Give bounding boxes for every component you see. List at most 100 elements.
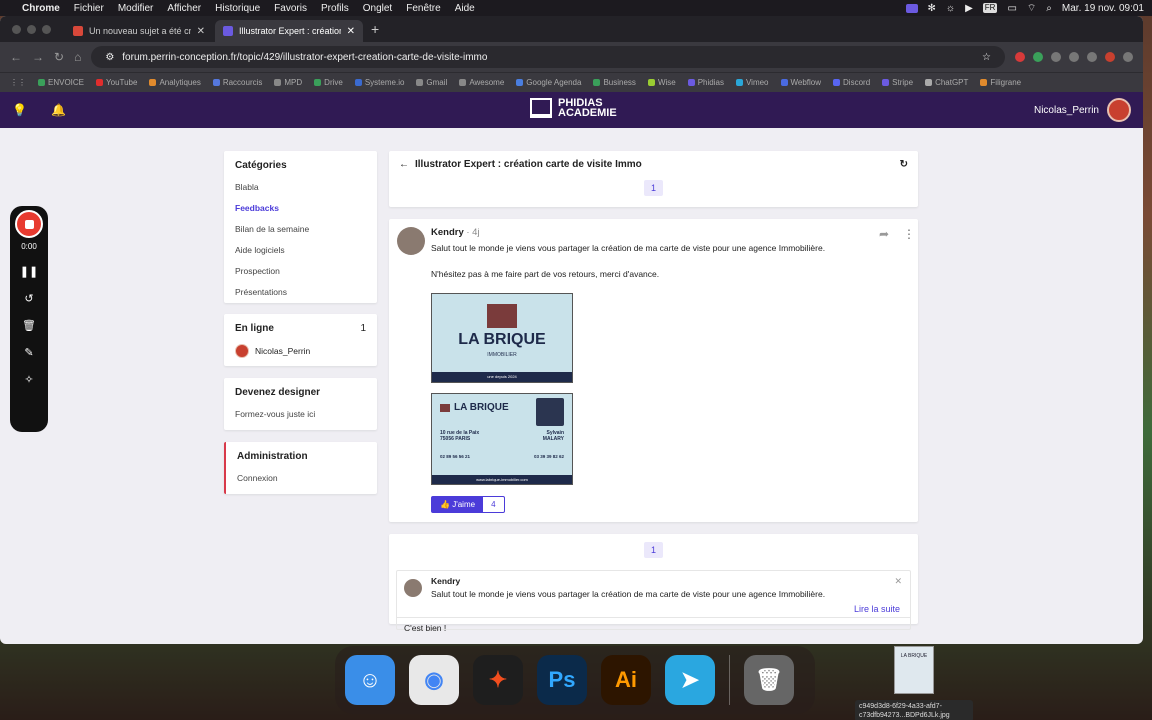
bookmark-wise[interactable]: Wise xyxy=(647,78,676,87)
bookmark-envoice[interactable]: ENVOICE xyxy=(38,78,84,87)
extension-icon[interactable] xyxy=(1033,52,1043,62)
tab-forum[interactable]: Illustrator Expert : création ca ✕ xyxy=(215,20,363,42)
menu-onglet[interactable]: Onglet xyxy=(363,3,392,14)
gear-icon[interactable]: ✻ xyxy=(928,3,936,14)
bookmark-systeme-io[interactable]: Systeme.io xyxy=(354,78,404,87)
menu-fenetre[interactable]: Fenêtre xyxy=(406,3,440,14)
bookmark-stripe[interactable]: Stripe xyxy=(882,78,913,87)
pen-icon[interactable]: ✎ xyxy=(24,346,33,359)
avatar[interactable] xyxy=(397,227,425,255)
bookmark-phidias[interactable]: Phidias xyxy=(687,78,724,87)
pause-icon[interactable]: ❚❚ xyxy=(20,265,38,278)
online-user[interactable]: Nicolas_Perrin xyxy=(255,346,310,356)
battery-icon[interactable]: ▭ xyxy=(1007,3,1016,14)
category-feedbacks[interactable]: Feedbacks xyxy=(235,203,366,213)
zoom-window-button[interactable] xyxy=(42,24,51,34)
page-number[interactable]: 1 xyxy=(643,542,663,558)
input-language[interactable]: FR xyxy=(982,3,998,13)
refresh-icon[interactable]: ↻ xyxy=(900,159,908,170)
category-presentations[interactable]: Présentations xyxy=(235,287,366,297)
menu-modifier[interactable]: Modifier xyxy=(118,3,154,14)
read-more-link[interactable]: Lire la suite xyxy=(854,604,900,614)
effects-icon[interactable]: ✧ xyxy=(24,373,33,386)
minimize-window-button[interactable] xyxy=(27,24,36,34)
bookmark-star-icon[interactable]: ☆ xyxy=(982,52,991,63)
restart-icon[interactable]: ↺ xyxy=(24,292,33,305)
bookmark-webflow[interactable]: Webflow xyxy=(780,78,821,87)
clock-datetime[interactable]: Mar. 19 nov. 09:01 xyxy=(1062,3,1144,14)
close-tab-icon[interactable]: ✕ xyxy=(347,26,355,37)
category-aide-logiciels[interactable]: Aide logiciels xyxy=(235,245,366,255)
business-card-front[interactable]: LA BRIQUE IMMOBILIER une depuis 2024 xyxy=(431,293,573,383)
figma-icon[interactable]: ✦ xyxy=(473,655,523,705)
bookmark-business[interactable]: Business xyxy=(593,78,636,87)
home-icon[interactable]: ⌂ xyxy=(74,50,81,64)
forward-icon[interactable]: → xyxy=(32,50,44,64)
bookmark-vimeo[interactable]: Vimeo xyxy=(735,78,769,87)
desktop-file-name[interactable]: c949d3d8-6f29-4a33-afd7- c73dfb94273...B… xyxy=(855,700,973,720)
search-icon[interactable]: ⌕ xyxy=(1046,3,1052,14)
new-tab-button[interactable]: + xyxy=(371,21,379,37)
menu-fichier[interactable]: Fichier xyxy=(74,3,104,14)
chrome-icon[interactable]: ◉ xyxy=(409,655,459,705)
lightbulb-icon[interactable]: 💡 xyxy=(12,103,27,117)
bookmark-youtube[interactable]: YouTube xyxy=(96,78,137,87)
menu-afficher[interactable]: Afficher xyxy=(167,3,201,14)
menu-historique[interactable]: Historique xyxy=(215,3,260,14)
extension-icon[interactable] xyxy=(1015,52,1025,62)
login-link[interactable]: Connexion xyxy=(237,473,366,483)
category-prospection[interactable]: Prospection xyxy=(235,266,366,276)
menu-app[interactable]: Chrome xyxy=(22,3,60,14)
camera-icon[interactable] xyxy=(1051,52,1061,62)
menu-profils[interactable]: Profils xyxy=(321,3,349,14)
category-blabla[interactable]: Blabla xyxy=(235,182,366,192)
page-number[interactable]: 1 xyxy=(643,180,663,196)
site-info-icon[interactable]: ⚙ xyxy=(105,52,114,63)
bookmark-chatgpt[interactable]: ChatGPT xyxy=(925,78,968,87)
reload-icon[interactable]: ↻ xyxy=(54,50,64,64)
telegram-icon[interactable]: ➤ xyxy=(665,655,715,705)
business-card-back[interactable]: LA BRIQUE 10 rue de la Paix 75056 PARIS … xyxy=(431,393,573,485)
puzzle-icon[interactable] xyxy=(1069,52,1079,62)
bookmark-awesome[interactable]: Awesome xyxy=(459,78,504,87)
user-menu[interactable]: Nicolas_Perrin xyxy=(1034,98,1131,122)
screen-record-icon[interactable] xyxy=(905,3,918,13)
sidebar-icon[interactable] xyxy=(1087,52,1097,62)
url-field[interactable]: ⚙ forum.perrin-conception.fr/topic/429/i… xyxy=(91,46,1005,68)
illustrator-icon[interactable]: Ai xyxy=(601,655,651,705)
desktop-file-thumbnail[interactable]: LA BRIQUE xyxy=(894,646,934,694)
post-author[interactable]: Kendry xyxy=(431,227,464,238)
wifi-icon[interactable]: ⌔ xyxy=(1027,2,1036,15)
sun-icon[interactable]: ☼ xyxy=(946,3,955,14)
trash-icon[interactable]: 🗑 xyxy=(744,655,794,705)
play-icon[interactable]: ▶ xyxy=(965,3,973,14)
bookmark-filigrane[interactable]: Filigrane xyxy=(980,78,1021,87)
tab-gmail[interactable]: Un nouveau sujet a été créé ✕ xyxy=(65,20,213,42)
stop-record-button[interactable] xyxy=(15,210,43,238)
apps-grid-icon[interactable]: ⋮⋮ xyxy=(10,78,26,87)
bookmark-google-agenda[interactable]: Google Agenda xyxy=(516,78,581,87)
menu-aide[interactable]: Aide xyxy=(455,3,475,14)
close-icon[interactable]: ✕ xyxy=(894,576,902,587)
more-options-icon[interactable]: ⋮ xyxy=(903,227,915,241)
like-button[interactable]: 👍 J'aime 4 xyxy=(431,496,505,513)
share-icon[interactable]: ➦ xyxy=(879,227,889,241)
back-icon[interactable]: ← xyxy=(10,50,22,64)
profile-avatar[interactable] xyxy=(1105,52,1115,62)
more-menu-icon[interactable] xyxy=(1123,52,1133,62)
bookmark-analytiques[interactable]: Analytiques xyxy=(149,78,201,87)
designer-link[interactable]: Formez-vous juste ici xyxy=(235,409,366,419)
photoshop-icon[interactable]: Ps xyxy=(537,655,587,705)
bookmark-discord[interactable]: Discord xyxy=(833,78,870,87)
category-bilan[interactable]: Bilan de la semaine xyxy=(235,224,366,234)
reply-text-input[interactable]: C'est bien ! xyxy=(397,617,910,638)
phidias-logo[interactable]: PHIDIAS ACADEMIE xyxy=(530,98,617,119)
close-tab-icon[interactable]: ✕ xyxy=(197,26,205,37)
bookmark-gmail[interactable]: Gmail xyxy=(416,78,447,87)
back-arrow-icon[interactable]: ← xyxy=(399,159,409,170)
trash-icon[interactable]: 🗑 xyxy=(22,319,36,332)
bell-icon[interactable]: 🔔 xyxy=(51,103,66,117)
bookmark-raccourcis[interactable]: Raccourcis xyxy=(212,78,262,87)
bookmark-drive[interactable]: Drive xyxy=(314,78,343,87)
finder-icon[interactable]: ☺ xyxy=(345,655,395,705)
